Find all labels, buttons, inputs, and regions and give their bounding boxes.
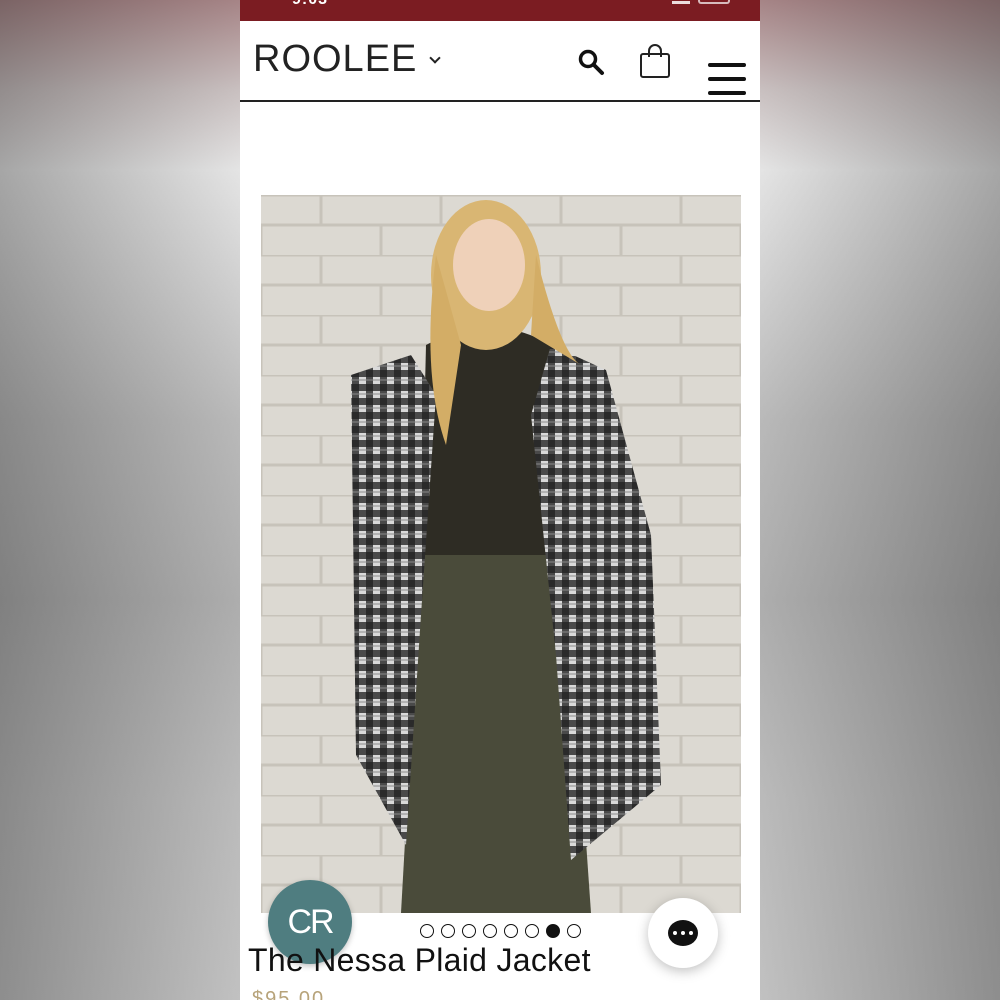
gallery-dot[interactable] [420,924,434,938]
top-nav: ROOLEE [240,21,760,102]
status-time: 9:03 [292,0,328,9]
chevron-down-icon [429,51,442,64]
gallery-dots [420,924,581,938]
product-photo [261,195,741,913]
gallery-dot[interactable] [483,924,497,938]
brand-menu[interactable]: ROOLEE [253,38,442,81]
hamburger-menu-icon[interactable] [708,63,746,95]
product-price: $95.00 [252,988,326,1000]
status-bar: 9:03 [240,0,760,21]
brand-logo: ROOLEE [253,38,418,80]
signal-icon [672,0,690,4]
gallery-dot[interactable] [504,924,518,938]
phone-screen: 9:03 ROOLEE [240,0,760,1000]
gallery-dot[interactable] [567,924,581,938]
gallery-dot[interactable] [462,924,476,938]
gallery-dot[interactable] [441,924,455,938]
battery-icon [698,0,730,4]
search-icon[interactable] [577,48,605,76]
shopping-bag-icon[interactable] [639,43,671,79]
chat-button[interactable] [648,898,718,968]
background-left [0,0,240,1000]
gallery-dot[interactable] [546,924,560,938]
product-image[interactable] [261,195,741,913]
gallery-dot[interactable] [525,924,539,938]
status-icons [672,0,730,4]
background-right [760,0,1000,1000]
cr-badge-text: CR [287,902,334,941]
product-title: The Nessa Plaid Jacket [248,942,591,978]
chat-bubble-icon [668,920,698,946]
